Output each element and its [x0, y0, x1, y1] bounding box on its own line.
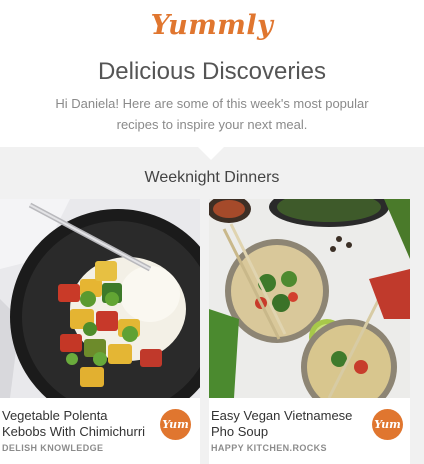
recipe-title[interactable]: Vegetable Polenta Kebobs With Chimichurr…: [2, 408, 152, 440]
recipe-photo-pho-soup[interactable]: [209, 199, 410, 398]
recipe-card-polenta-kebobs[interactable]: Vegetable Polenta Kebobs With Chimichurr…: [0, 199, 200, 464]
yum-button[interactable]: Yum: [160, 409, 191, 440]
yummly-logo[interactable]: Yummly: [0, 10, 424, 41]
recipe-source[interactable]: DELISH KNOWLEDGE: [2, 443, 103, 453]
email-newsletter: Yummly Delicious Discoveries Hi Daniela!…: [0, 0, 424, 464]
yum-button[interactable]: Yum: [372, 409, 403, 440]
section-title: Weeknight Dinners: [144, 169, 280, 186]
section-notch: [197, 146, 225, 160]
recipe-card-pho-soup[interactable]: Easy Vegan Vietnamese Pho Soup HAPPY KIT…: [209, 199, 410, 464]
recipe-source[interactable]: HAPPY KITCHEN.ROCKS: [211, 443, 327, 453]
recipe-photo-polenta-kebobs[interactable]: [0, 199, 200, 398]
intro-text: Hi Daniela! Here are some of this week's…: [55, 96, 369, 132]
newsletter-header: Yummly Delicious Discoveries Hi Daniela!…: [0, 0, 424, 147]
right-gutter: [410, 346, 424, 464]
recipe-title[interactable]: Easy Vegan Vietnamese Pho Soup: [211, 408, 361, 440]
weeknight-dinners-section: Weeknight Dinners Vegetable Polenta Kebo…: [0, 146, 424, 464]
page-title: Delicious Discoveries: [97, 58, 327, 85]
